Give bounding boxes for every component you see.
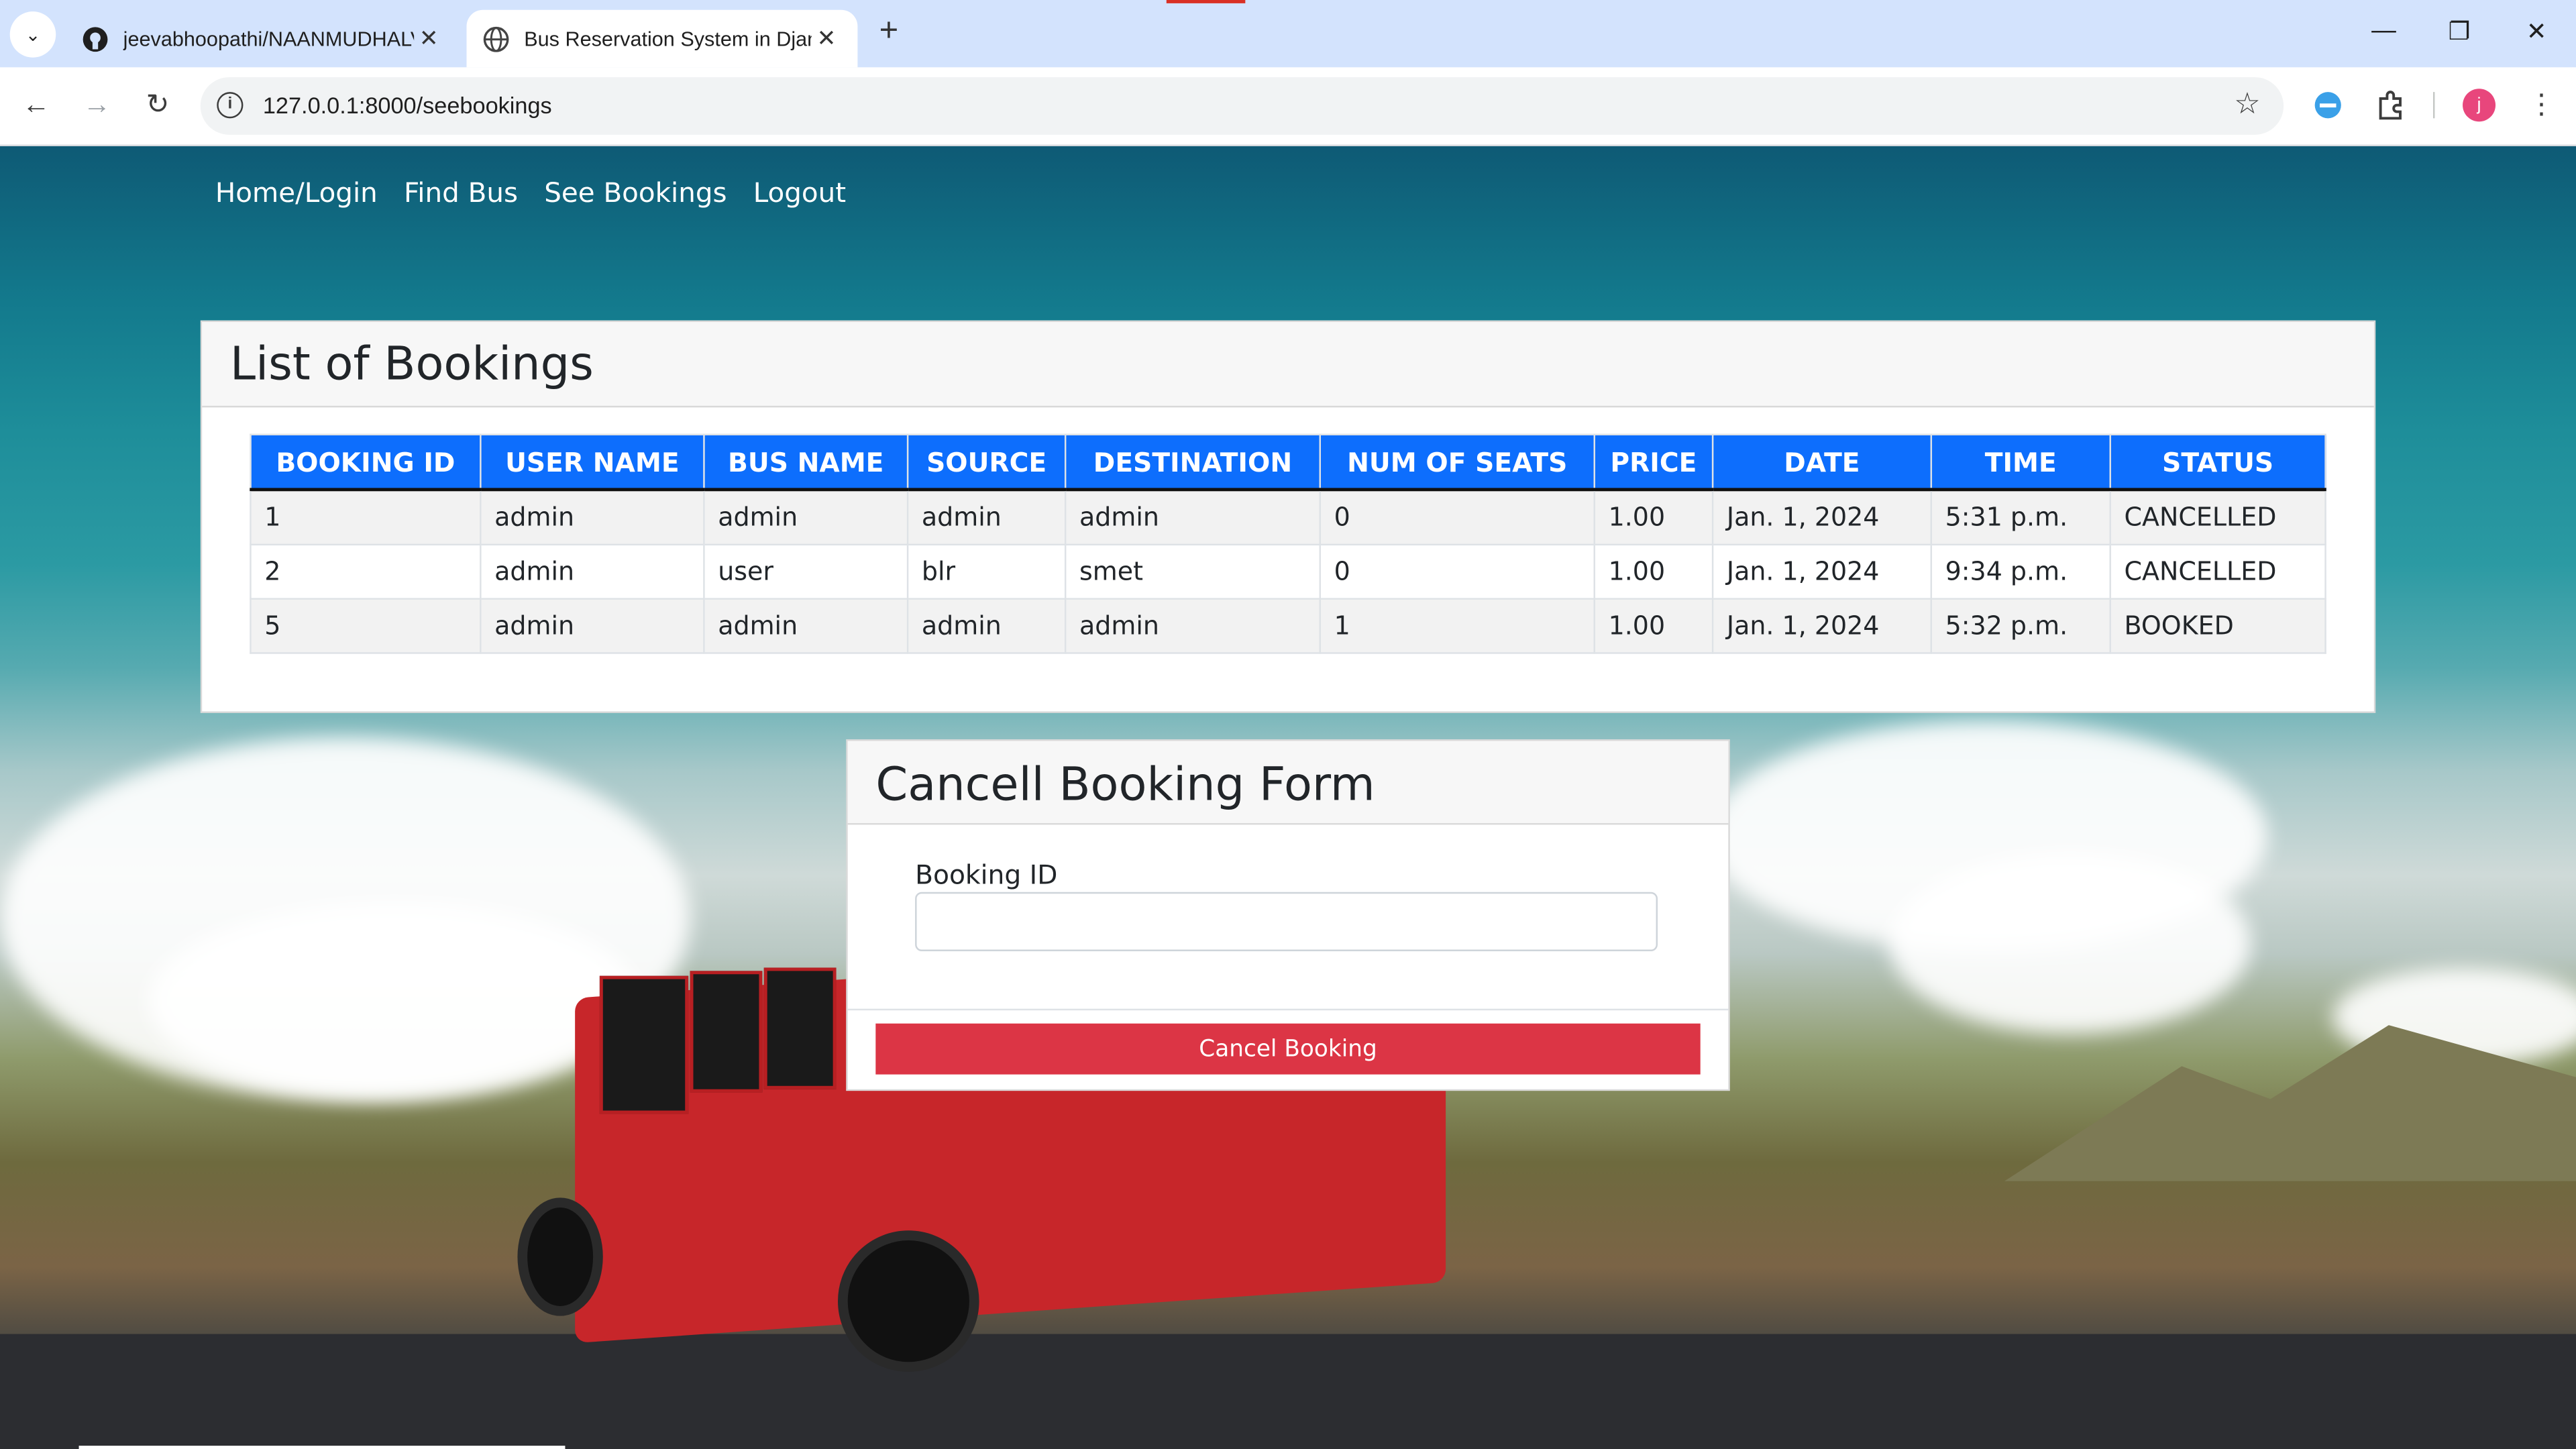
cell-destination: admin [1064, 598, 1321, 654]
close-icon[interactable]: ✕ [414, 25, 443, 53]
cell-status: BOOKED [2109, 598, 2326, 654]
tab-strip: ⌄ jeevabhoopathi/NAANMUDHALVAN ✕ Bus Res… [0, 0, 2576, 68]
close-icon[interactable]: ✕ [812, 25, 841, 53]
column-header: BUS NAME [703, 433, 909, 492]
site-info-icon[interactable]: i [217, 92, 244, 119]
cell-time: 5:31 p.m. [1930, 488, 2111, 546]
extensions-puzzle-icon[interactable] [2372, 89, 2408, 125]
bookmark-star-icon[interactable]: ☆ [2234, 87, 2261, 121]
minimize-icon[interactable]: — [2359, 16, 2408, 44]
bookings-title: List of Bookings [202, 322, 2374, 408]
bookings-table: BOOKING ID USER NAME BUS NAME SOURCE DES… [250, 433, 2326, 654]
column-header: DESTINATION [1064, 433, 1321, 492]
card-footer-divider [847, 1008, 1729, 1011]
globe-icon [483, 25, 509, 52]
reload-icon[interactable]: ↻ [138, 85, 178, 125]
column-header: DATE [1711, 433, 1933, 492]
tab-search-button[interactable]: ⌄ [9, 11, 56, 58]
cell-booking-id: 1 [250, 488, 482, 546]
github-icon [82, 25, 108, 52]
cell-destination: admin [1064, 488, 1321, 546]
profile-avatar[interactable]: j [2463, 89, 2496, 122]
cell-source: admin [906, 598, 1067, 654]
cell-source: blr [906, 543, 1067, 600]
cell-bus-name: admin [703, 488, 909, 546]
tab-title: jeevabhoopathi/NAANMUDHALVAN [123, 27, 414, 50]
site-nav: Home/Login Find Bus See Bookings Logout [215, 177, 846, 209]
cancel-booking-button[interactable]: Cancel Booking [875, 1023, 1701, 1075]
restore-icon[interactable]: ❐ [2434, 16, 2483, 46]
background-bus-wheel [837, 1230, 979, 1372]
cell-booking-id: 2 [250, 543, 482, 600]
cell-bus-name: user [703, 543, 909, 600]
nav-find-bus[interactable]: Find Bus [404, 177, 518, 209]
recording-indicator [1166, 0, 1246, 3]
cell-source: admin [906, 488, 1067, 546]
cell-user-name: admin [480, 543, 705, 600]
column-header: PRICE [1593, 433, 1714, 492]
background-cloud [148, 902, 641, 1099]
table-row: 2 admin user blr smet 0 1.00 Jan. 1, 202… [250, 543, 2326, 600]
cell-date: Jan. 1, 2024 [1711, 488, 1933, 546]
table-row: 5 admin admin admin admin 1 1.00 Jan. 1,… [250, 598, 2326, 654]
bookings-card: List of Bookings BOOKING ID USER NAME BU… [200, 320, 2376, 713]
cell-num-seats: 1 [1319, 598, 1595, 654]
cell-num-seats: 0 [1319, 488, 1595, 546]
cell-destination: smet [1064, 543, 1321, 600]
menu-kebab-icon[interactable]: ⋮ [2522, 85, 2561, 125]
page-viewport: Home/Login Find Bus See Bookings Logout … [0, 146, 2576, 1449]
back-icon[interactable]: ← [16, 85, 56, 125]
background-road [0, 1334, 2576, 1449]
nav-see-bookings[interactable]: See Bookings [544, 177, 727, 209]
window-close-icon[interactable]: ✕ [2512, 16, 2561, 46]
table-row: 1 admin admin admin admin 0 1.00 Jan. 1,… [250, 488, 2326, 546]
background-cloud [1889, 853, 2251, 1034]
toolbar-divider [2432, 92, 2435, 119]
background-bus-wheel [517, 1197, 603, 1316]
nav-home-login[interactable]: Home/Login [215, 177, 378, 209]
cell-user-name: admin [480, 488, 705, 546]
table-header-row: BOOKING ID USER NAME BUS NAME SOURCE DES… [250, 433, 2326, 492]
column-header: SOURCE [906, 433, 1067, 492]
tab-title: Bus Reservation System in Django [524, 27, 812, 50]
cell-date: Jan. 1, 2024 [1711, 598, 1933, 654]
cell-time: 9:34 p.m. [1930, 543, 2111, 600]
horizontal-scrollbar[interactable] [78, 1446, 566, 1449]
cell-num-seats: 0 [1319, 543, 1595, 600]
cell-price: 1.00 [1593, 543, 1714, 600]
cell-price: 1.00 [1593, 598, 1714, 654]
column-header: USER NAME [480, 433, 705, 492]
address-bar[interactable]: i 127.0.0.1:8000/seebookings ☆ [200, 77, 2284, 135]
extension-icon[interactable] [2310, 89, 2346, 125]
cell-bus-name: admin [703, 598, 909, 654]
browser-toolbar: ← → ↻ i 127.0.0.1:8000/seebookings ☆ [0, 67, 2576, 146]
column-header: TIME [1930, 433, 2111, 492]
background-bus-window [599, 975, 689, 1114]
forward-icon[interactable]: → [77, 85, 117, 125]
tab-bus-reservation[interactable]: Bus Reservation System in Django ✕ [466, 9, 858, 68]
column-header: NUM OF SEATS [1319, 433, 1595, 492]
cell-price: 1.00 [1593, 488, 1714, 546]
booking-id-input[interactable] [915, 892, 1658, 951]
cell-booking-id: 5 [250, 598, 482, 654]
cell-user-name: admin [480, 598, 705, 654]
background-bus-window [690, 971, 763, 1093]
cancel-form-title: Cancell Booking Form [847, 741, 1729, 825]
background-bus-window [763, 967, 837, 1089]
booking-id-label: Booking ID [915, 859, 1058, 891]
cell-time: 5:32 p.m. [1930, 598, 2111, 654]
tab-github[interactable]: jeevabhoopathi/NAANMUDHALVAN ✕ [66, 10, 460, 68]
column-header: STATUS [2109, 433, 2326, 492]
url-text[interactable]: 127.0.0.1:8000/seebookings [263, 92, 552, 118]
screen: ⌄ jeevabhoopathi/NAANMUDHALVAN ✕ Bus Res… [0, 0, 2576, 1449]
cell-status: CANCELLED [2109, 488, 2326, 546]
column-header: BOOKING ID [250, 433, 482, 492]
cancel-booking-card: Cancell Booking Form Booking ID Cancel B… [846, 739, 1730, 1091]
cell-date: Jan. 1, 2024 [1711, 543, 1933, 600]
chevron-down-icon: ⌄ [25, 25, 41, 46]
new-tab-icon[interactable]: + [872, 13, 905, 51]
cell-status: CANCELLED [2109, 543, 2326, 600]
nav-logout[interactable]: Logout [753, 177, 846, 209]
